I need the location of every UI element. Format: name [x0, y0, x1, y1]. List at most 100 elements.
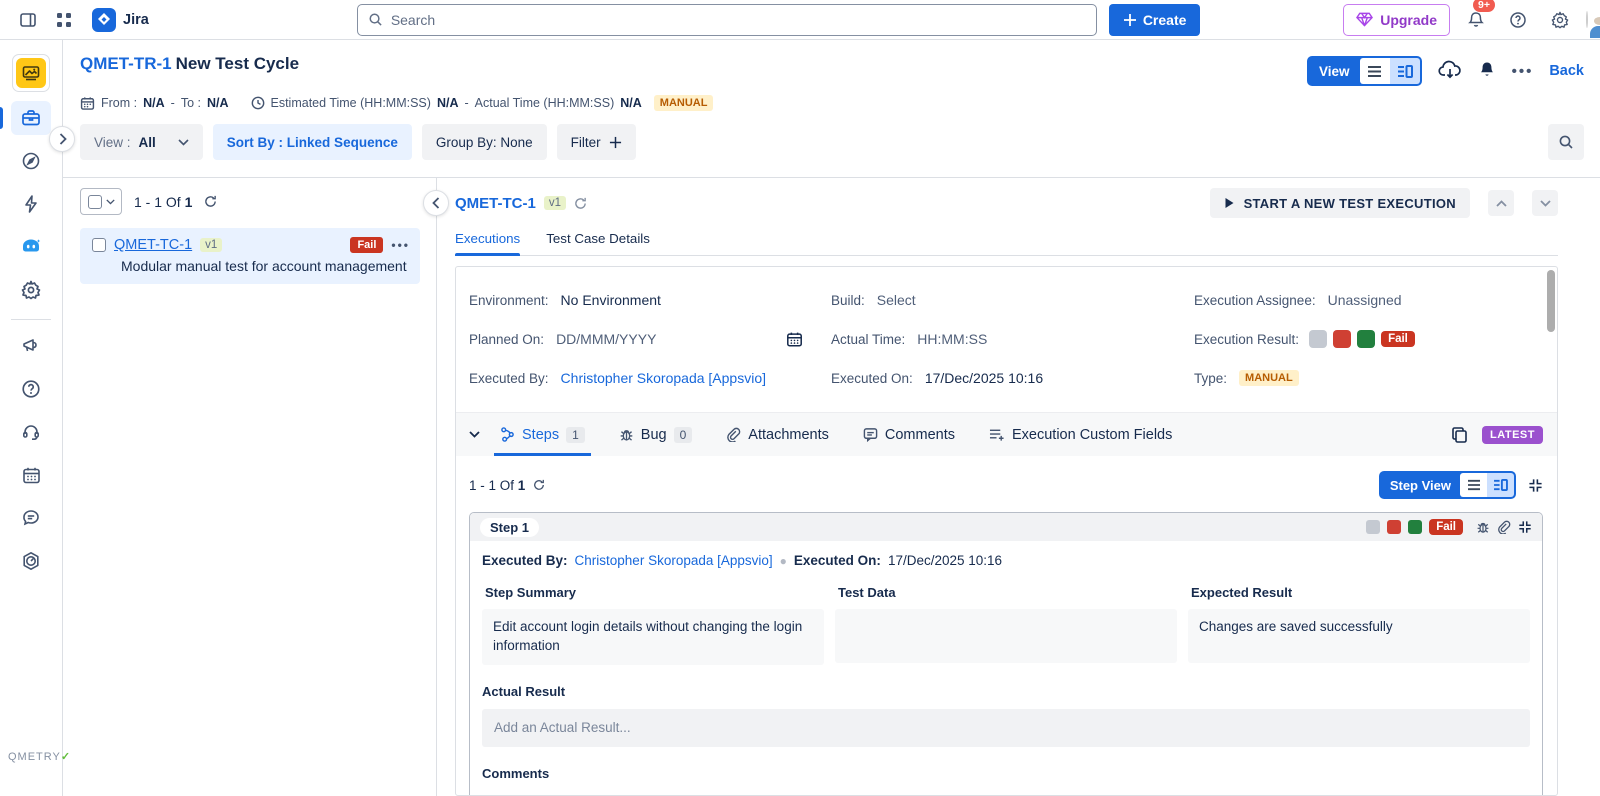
expected-result-cell[interactable]: Changes are saved successfully [1188, 609, 1530, 663]
settings-button[interactable] [1544, 4, 1576, 36]
sidebar-toggle-button[interactable] [12, 4, 44, 36]
result-pass-square[interactable] [1357, 330, 1376, 348]
previous-execution-button[interactable] [1488, 190, 1514, 216]
planned-on-value[interactable]: DD/MMM/YYYY [556, 331, 656, 347]
step-attachment-icon[interactable] [1497, 520, 1511, 534]
step-summary-cell[interactable]: Edit account login details without chang… [482, 609, 824, 665]
actual-result-input[interactable] [482, 708, 1530, 747]
rail-item-assistant-bot[interactable] [11, 230, 51, 264]
test-case-list-item[interactable]: QMET-TC-1 v1 Fail ••• Modular manual tes… [80, 228, 420, 284]
copy-icon[interactable] [1451, 426, 1468, 444]
headset-icon [21, 422, 41, 442]
qmetry-app-tile[interactable] [12, 54, 50, 92]
steps-tab-label: Steps [522, 426, 560, 443]
rail-expand-button[interactable] [49, 126, 75, 152]
environment-value[interactable]: No Environment [561, 292, 661, 308]
rail-item-support[interactable] [11, 415, 51, 449]
assignee-value[interactable]: Unassigned [1328, 292, 1402, 308]
group-by-button[interactable]: Group By: None [421, 124, 547, 160]
item-checkbox[interactable] [92, 238, 106, 252]
avatar-image [1586, 11, 1588, 28]
select-all-control[interactable] [80, 188, 122, 215]
filter-add-button[interactable]: Filter [556, 124, 636, 160]
subscribe-button[interactable] [1478, 61, 1496, 82]
step-result-not-executed-square[interactable] [1366, 520, 1381, 534]
step-status-badge[interactable]: Fail [1429, 519, 1463, 535]
jira-logo-icon [92, 7, 116, 32]
collapse-section-chevron[interactable] [469, 431, 480, 438]
result-fail-square[interactable] [1333, 330, 1352, 348]
rail-item-automation[interactable] [11, 187, 51, 221]
compress-steps-button[interactable] [1528, 478, 1543, 493]
vertical-scrollbar[interactable] [1547, 270, 1555, 332]
tab-steps[interactable]: Steps 1 [494, 413, 591, 456]
cycle-meta-row: From : N/A - To : N/A Estimated Time (HH… [80, 95, 1584, 111]
execution-result-badge[interactable]: Fail [1381, 331, 1415, 347]
filter-plus-icon [609, 136, 622, 149]
panel-search-button[interactable] [1548, 124, 1584, 160]
tab-execution-custom-fields[interactable]: Execution Custom Fields [989, 413, 1172, 456]
app-switcher-button[interactable] [48, 4, 80, 36]
detail-view-segment[interactable] [1389, 58, 1420, 84]
list-refresh-button[interactable] [204, 195, 217, 208]
executed-by-link[interactable]: Christopher Skoropada [Appsvio] [561, 370, 766, 386]
rail-item-settings[interactable] [11, 273, 51, 307]
build-value[interactable]: Select [877, 292, 916, 308]
start-new-execution-button[interactable]: START A NEW TEST EXECUTION [1209, 188, 1470, 218]
detail-test-case-key[interactable]: QMET-TC-1 [455, 195, 536, 212]
steps-refresh-button[interactable] [533, 479, 545, 491]
actual-time-value[interactable]: HH:MM:SS [917, 331, 987, 347]
notifications-button[interactable]: 9+ [1460, 0, 1496, 36]
back-link[interactable]: Back [1549, 63, 1584, 79]
rail-item-timer[interactable] [11, 544, 51, 578]
execution-detail-panel: QMET-TC-1 v1 START A NEW TEST EXECUTION [437, 178, 1600, 796]
app-rail: QMETRY✓ [0, 40, 70, 796]
create-button[interactable]: Create [1108, 3, 1201, 36]
step-detail-view-segment[interactable] [1487, 473, 1514, 497]
step-collapse-icon[interactable] [1518, 520, 1532, 534]
result-not-executed-square[interactable] [1309, 330, 1328, 348]
export-button[interactable] [1437, 60, 1462, 83]
global-search[interactable] [356, 3, 1097, 36]
step-bug-icon[interactable] [1476, 520, 1490, 534]
view-mode-toggle[interactable]: View [1307, 56, 1422, 86]
cycle-key[interactable]: QMET-TR-1 [80, 54, 172, 73]
step-result-fail-square[interactable] [1387, 520, 1402, 534]
rail-item-announcements[interactable] [11, 329, 51, 363]
select-all-checkbox[interactable] [87, 194, 102, 209]
planned-date-picker-button[interactable] [786, 331, 803, 348]
dot-separator: ● [779, 553, 787, 568]
rail-item-calendar[interactable] [11, 458, 51, 492]
tab-bug[interactable]: Bug 0 [619, 413, 693, 456]
view-filter-dropdown[interactable]: View : All [80, 124, 203, 160]
list-view-segment[interactable] [1359, 58, 1390, 84]
rail-item-explore[interactable] [11, 144, 51, 178]
rail-item-test-management[interactable] [0, 101, 51, 135]
step-view-toggle[interactable]: Step View [1378, 471, 1516, 499]
sort-by-label: Sort By : Linked Sequence [226, 134, 398, 150]
tab-attachments[interactable]: Attachments [726, 413, 829, 456]
upgrade-button[interactable]: Upgrade [1343, 3, 1450, 36]
item-more-button[interactable]: ••• [391, 238, 410, 252]
rail-item-help[interactable] [11, 372, 51, 406]
next-execution-button[interactable] [1532, 190, 1558, 216]
detail-refresh-button[interactable] [574, 197, 587, 210]
tab-test-case-details[interactable]: Test Case Details [546, 231, 650, 255]
to-value: N/A [206, 96, 229, 110]
test-data-cell[interactable] [835, 609, 1177, 663]
help-button[interactable] [1502, 4, 1534, 36]
more-actions-button[interactable]: ••• [1512, 63, 1534, 80]
step-list-view-segment[interactable] [1460, 473, 1487, 497]
tab-executions[interactable]: Executions [455, 231, 521, 256]
step-executed-by-link[interactable]: Christopher Skoropada [Appsvio] [575, 553, 773, 568]
test-case-key-link[interactable]: QMET-TC-1 [114, 237, 192, 253]
rail-item-feedback[interactable] [11, 501, 51, 535]
sort-by-button[interactable]: Sort By : Linked Sequence [212, 124, 412, 160]
group-by-label: Group By: None [435, 134, 533, 150]
search-input[interactable] [390, 11, 1086, 28]
collapse-list-panel-button[interactable] [423, 190, 449, 216]
tab-comments[interactable]: Comments [863, 413, 955, 456]
step-result-pass-square[interactable] [1408, 520, 1423, 534]
jira-home-link[interactable]: Jira [84, 4, 157, 36]
user-avatar[interactable] [1586, 11, 1588, 28]
